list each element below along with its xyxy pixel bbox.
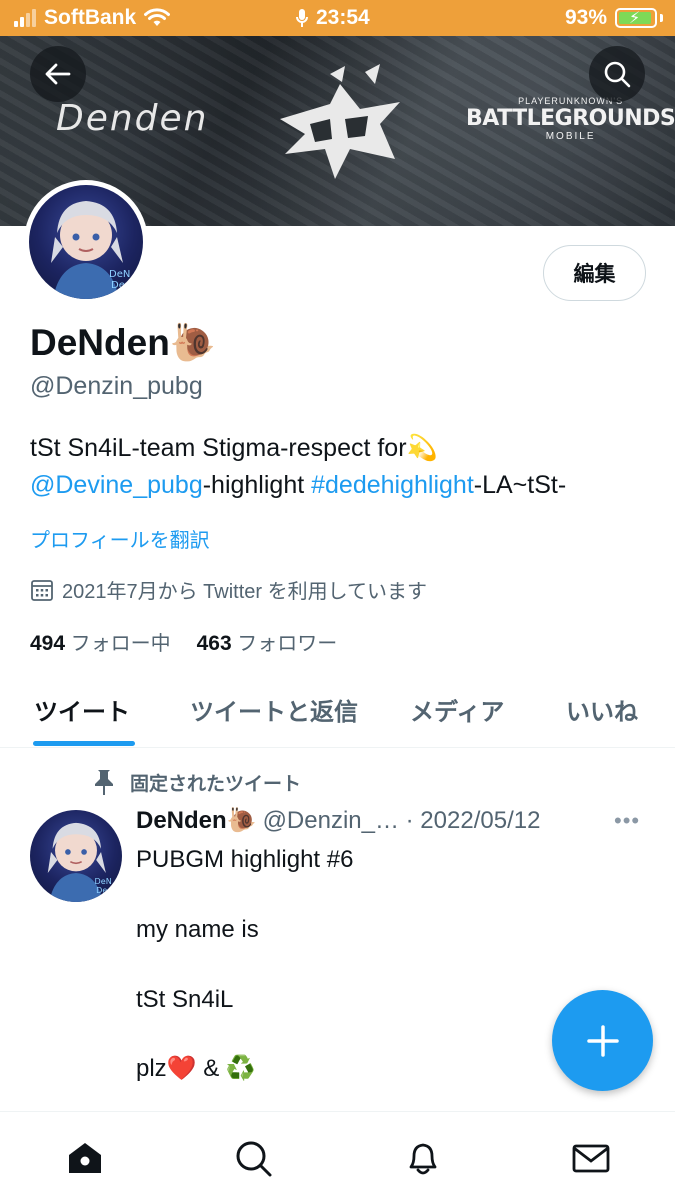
avatar-image: DeN Den (29, 185, 143, 299)
game-logo-line2: BATTLEGROUNDS (466, 106, 675, 131)
tab-tweets[interactable]: ツイート (34, 692, 130, 727)
follow-stats: 494 フォロー中 463 フォロワー (30, 627, 337, 656)
followers-link[interactable]: 463 フォロワー (197, 627, 338, 656)
following-link[interactable]: 494 フォロー中 (30, 627, 171, 656)
status-left: SoftBank (14, 6, 171, 30)
bio-text-end: -LA~tSt- (473, 471, 567, 499)
calendar-icon (31, 579, 53, 601)
wifi-icon (144, 8, 171, 26)
pin-icon (95, 770, 113, 795)
bell-icon (409, 1143, 437, 1175)
nav-messages[interactable] (569, 1136, 613, 1180)
bio-hashtag-link[interactable]: #dedehighlight (311, 471, 474, 499)
followers-label: フォロワー (237, 633, 338, 655)
signal-icon (14, 9, 36, 27)
nav-notifications[interactable] (401, 1136, 445, 1180)
profile-avatar[interactable]: DeN Den (24, 180, 148, 304)
edit-profile-button[interactable]: 編集 (543, 245, 646, 301)
compose-tweet-button[interactable] (552, 990, 653, 1091)
translate-profile-link[interactable]: プロフィールを翻訳 (30, 524, 210, 553)
arrow-left-icon (45, 63, 71, 85)
svg-text:DeN: DeN (95, 877, 112, 886)
status-right: 93% ⚡ (565, 6, 663, 30)
pinned-label: 固定されたツイート (130, 773, 302, 795)
tweet-header: DeNden🐌 @Denzin_… · 2022/05/12 (136, 806, 540, 835)
profile-handle: @Denzin_pubg (30, 372, 203, 400)
profile-tabs: ツイート ツイートと返信 メディア いいね (0, 670, 675, 748)
tweet-author-name[interactable]: DeNden🐌 (136, 806, 257, 835)
clock-time: 23:54 (316, 6, 370, 29)
nav-home[interactable] (63, 1136, 107, 1180)
banner-name-text: Denden (56, 98, 209, 139)
bottom-navigation (0, 1111, 675, 1200)
pinned-indicator: 固定されたツイート (92, 768, 301, 796)
tweet-avatar-illustration: DeN Den (47, 822, 112, 902)
tweet-avatar[interactable]: DeN Den (30, 810, 122, 902)
nav-explore[interactable] (231, 1136, 275, 1180)
home-icon (69, 1143, 101, 1173)
following-label: フォロー中 (70, 633, 171, 655)
banner-logo-mark (280, 64, 400, 179)
tweet-text-line: my name is (136, 916, 259, 943)
bio-text-mid: -highlight (202, 471, 312, 499)
charging-bolt-icon: ⚡ (629, 10, 641, 27)
search-icon (604, 61, 631, 88)
battery-percent: 93% (564, 6, 607, 29)
avatar-illustration: DeN Den (51, 201, 131, 299)
join-date: 2021年7月から Twitter を利用しています (30, 575, 427, 604)
svg-text:Den: Den (111, 280, 131, 291)
bio-text-line1: tSt Sn4iL-team Stigma-respect for💫 (30, 434, 438, 462)
search-icon (236, 1141, 272, 1177)
tab-media[interactable]: メディア (410, 692, 504, 727)
active-tab-indicator (33, 741, 135, 746)
search-button[interactable] (589, 46, 645, 102)
tweet-text-line: plz❤️ & ♻️ (136, 1055, 256, 1082)
mail-icon (572, 1144, 610, 1173)
banner-game-logo: PLAYERUNKNOWN'S BATTLEGROUNDS MOBILE (466, 96, 675, 142)
svg-text:Den: Den (96, 886, 112, 895)
svg-text:DeN: DeN (109, 269, 130, 280)
carrier-label: SoftBank (44, 6, 137, 29)
bio-mention-link[interactable]: @Devine_pubg (30, 471, 203, 499)
profile-bio: tSt Sn4iL-team Stigma-respect for💫 @Devi… (30, 430, 650, 504)
status-bar: SoftBank 23:54 93% ⚡ (0, 0, 675, 36)
more-options-icon[interactable]: ••• (614, 808, 640, 834)
battery-icon: ⚡ (615, 8, 657, 28)
tweet-text-line: PUBGM highlight #6 (136, 846, 354, 873)
tweet-handle-date: @Denzin_… · 2022/05/12 (262, 806, 541, 834)
following-count: 494 (30, 632, 66, 655)
game-logo-line3: MOBILE (545, 131, 596, 142)
tweet-text-line: tSt Sn4iL (136, 986, 234, 1013)
tab-tweets-replies[interactable]: ツイートと返信 (190, 692, 358, 727)
game-logo-line1: PLAYERUNKNOWN'S (518, 96, 624, 106)
battery-cap (660, 14, 663, 22)
tab-likes[interactable]: いいね (566, 692, 638, 727)
back-button[interactable] (30, 46, 86, 102)
plus-icon (586, 1024, 619, 1057)
join-date-text: 2021年7月から Twitter を利用しています (62, 581, 428, 603)
followers-count: 463 (196, 632, 232, 655)
display-name: DeNden🐌 (30, 322, 216, 363)
status-center: 23:54 (296, 6, 370, 30)
microphone-icon (296, 9, 308, 27)
